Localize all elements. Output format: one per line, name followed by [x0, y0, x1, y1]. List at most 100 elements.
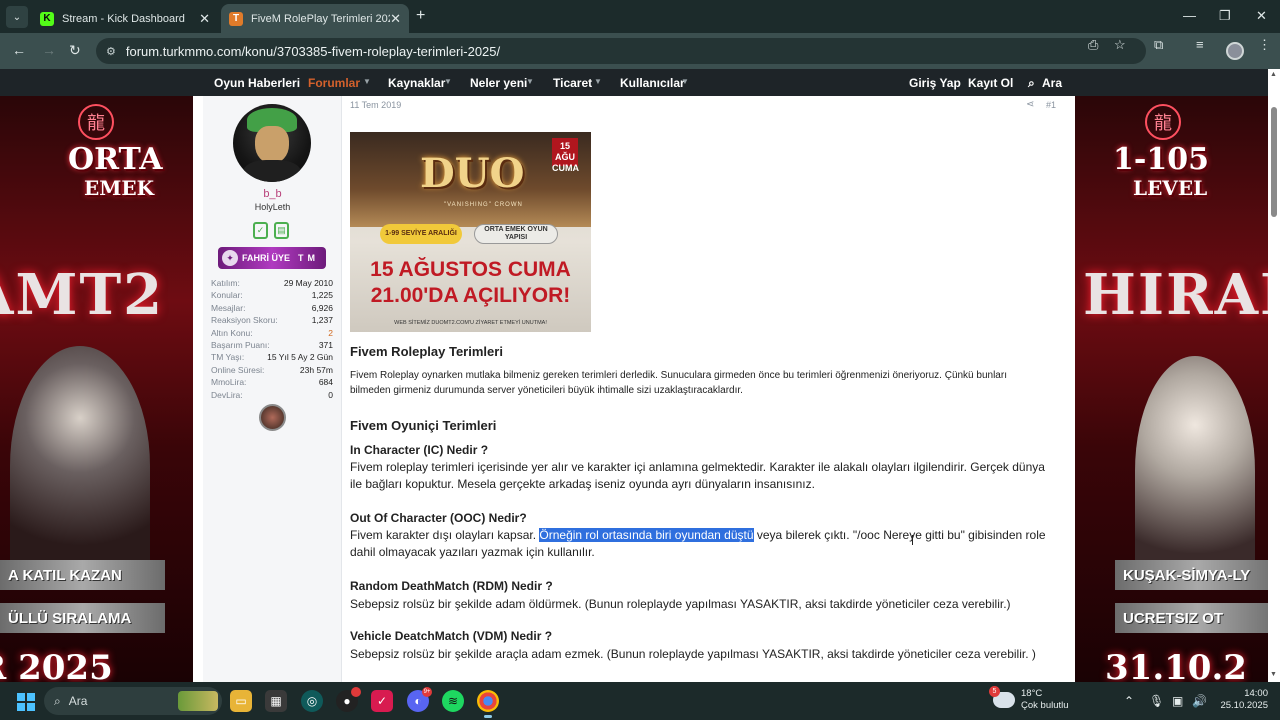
tab-fivem-roleplay[interactable]: T FiveM RolePlay Terimleri 2025 ✕ — [221, 4, 409, 33]
chrome-icon[interactable] — [477, 690, 499, 718]
promo-footer: WEB SİTEMİZ DUOMT2.COM'U ZİYARET ETMEYİ … — [394, 320, 547, 326]
scrollbar-thumb[interactable] — [1271, 107, 1277, 217]
network-icon[interactable]: ▣ — [1172, 694, 1183, 708]
left-ad-banner[interactable]: 龍 ORTA EMEK AMT2 A KATIL KAZAN ÜLLÜ SIRA… — [0, 96, 193, 682]
nav-forumlar[interactable]: Forumlar — [308, 76, 360, 90]
system-clock[interactable]: 14:00 25.10.2025 — [1216, 688, 1268, 712]
close-tab-icon[interactable]: ✕ — [199, 11, 210, 27]
tab-kick-dashboard[interactable]: K Stream - Kick Dashboard ✕ — [32, 4, 218, 33]
promo-line: 21.00'DA AÇILIYOR! — [370, 284, 571, 307]
banner-year: R 2025 — [0, 648, 113, 682]
app-icon[interactable]: ✓ — [371, 690, 393, 712]
promo-line: 15 AĞUSTOS CUMA — [370, 258, 571, 281]
caret-down-icon[interactable]: ▼ — [444, 77, 452, 86]
nav-neler-yeni[interactable]: Neler yeni — [470, 76, 527, 90]
tray-chevron-up-icon[interactable]: ⌃ — [1124, 694, 1134, 708]
search-highlight-image — [178, 691, 218, 711]
verified-icon: ✓ — [253, 222, 268, 239]
banner-logo-text: AMT2 — [0, 262, 165, 328]
search-link[interactable]: Ara — [1042, 76, 1062, 90]
promo-tagline: "VANISHING" CROWN — [444, 202, 523, 208]
weather-widget[interactable]: 5 18°C Çok bulutlu — [989, 686, 1069, 712]
url-text: forum.turkmmo.com/konu/3703385-fivem-rol… — [125, 43, 501, 59]
banner-year: 31.10.2 — [1105, 648, 1247, 682]
tab-title: FiveM RolePlay Terimleri 2025 — [251, 12, 391, 25]
close-tab-icon[interactable]: ✕ — [390, 11, 401, 27]
term-question: Vehicle DeatchMatch (VDM) Nedir ? — [350, 629, 553, 643]
rank-emblem-icon: ✦ — [222, 250, 238, 266]
close-window-icon[interactable]: ✕ — [1256, 8, 1267, 24]
text-cursor-icon — [912, 535, 913, 545]
extensions-icon[interactable]: ⧉ — [1154, 37, 1163, 53]
profile-avatar-icon[interactable] — [1226, 42, 1244, 60]
user-info-column: b_b HolyLeth ✓ ▤ ✦ FAHRİ ÜYE T M Katılım… — [203, 96, 342, 682]
dragon-emblem-icon: 龍 — [78, 104, 114, 140]
bookmark-star-icon[interactable]: ☆ — [1114, 37, 1126, 53]
app-icon[interactable]: ◎ — [301, 690, 323, 712]
nav-ticaret[interactable]: Ticaret — [553, 76, 592, 90]
right-ad-banner[interactable]: 龍 1-105 LEVEL HIRAN KUŞAK-SİMYA-LY UCRET… — [1075, 96, 1280, 682]
obs-icon[interactable]: ● — [336, 687, 361, 712]
minimize-icon[interactable]: — — [1183, 8, 1196, 23]
post-number[interactable]: #1 — [1046, 100, 1056, 110]
taskbar-search[interactable]: ⌕ Ara — [44, 687, 222, 715]
caret-down-icon[interactable]: ▼ — [594, 77, 602, 86]
user-stats: Katılım: 29 May 2010 Konular: 1,225 Mesajl… — [211, 277, 333, 401]
post-container: b_b HolyLeth ✓ ▤ ✦ FAHRİ ÜYE T M Katılım… — [193, 96, 1075, 682]
spotify-icon[interactable]: ≋ — [442, 690, 464, 712]
trophy-avatar-icon[interactable] — [259, 404, 286, 431]
discord-icon[interactable]: ◐ 9+ — [407, 687, 432, 712]
stat-row: MmoLira: 684 — [211, 377, 333, 388]
address-bar[interactable]: ⚙ forum.turkmmo.com/konu/3703385-fivem-r… — [96, 38, 1146, 64]
term-question: Random DeathMatch (RDM) Nedir ? — [350, 579, 553, 593]
scroll-up-icon[interactable]: ▲ — [1270, 71, 1277, 78]
caret-down-icon[interactable]: ▼ — [681, 77, 689, 86]
section-heading: Fivem Roleplay Terimleri — [350, 344, 503, 359]
new-tab-plus-icon[interactable]: + — [416, 7, 425, 25]
user-rank-badge: ✦ FAHRİ ÜYE T M — [218, 247, 326, 269]
store-icon[interactable]: ▦ — [265, 690, 287, 712]
media-controls-icon[interactable]: ≡ — [1196, 37, 1204, 52]
banner-text: ORTA — [68, 142, 163, 177]
dragon-emblem-icon: 龍 — [1145, 104, 1181, 140]
site-info-icon[interactable]: ⚙ — [106, 45, 116, 58]
term-question: Out Of Character (OOC) Nedir? — [350, 511, 527, 525]
restore-window-icon[interactable]: ❐ — [1219, 8, 1231, 24]
cloud-icon: 5 — [989, 686, 1015, 708]
banner-text: LEVEL — [1133, 176, 1208, 200]
nav-kaynaklar[interactable]: Kaynaklar — [388, 76, 445, 90]
menu-kebab-icon[interactable]: ⋮ — [1258, 37, 1271, 53]
search-icon[interactable]: ⌕ — [1028, 76, 1035, 91]
volume-icon[interactable]: 🔊 — [1192, 694, 1207, 708]
tab-list-button[interactable]: ⌄ — [6, 6, 28, 28]
promo-image[interactable]: DUO "VANISHING" CROWN 15 AĞU CUMA 1-99 S… — [350, 132, 591, 332]
banner-ribbon: ÜLLÜ SIRALAMA — [0, 603, 165, 633]
caret-down-icon[interactable]: ▼ — [526, 77, 534, 86]
post-date[interactable]: 11 Tem 2019 — [350, 100, 401, 110]
share-icon[interactable]: ⋖ — [1026, 99, 1034, 110]
site-navigation: Oyun Haberleri Forumlar ▼ Kaynaklar ▼ Ne… — [0, 69, 1280, 96]
scroll-down-icon[interactable]: ▼ — [1270, 671, 1277, 678]
browser-toolbar: ← → ↻ ⚙ forum.turkmmo.com/konu/3703385-f… — [0, 33, 1280, 69]
back-arrow-icon[interactable]: ← — [12, 42, 26, 58]
register-link[interactable]: Kayıt Ol — [968, 76, 1013, 90]
avatar[interactable] — [233, 104, 311, 182]
file-explorer-icon[interactable]: ▭ — [230, 690, 252, 712]
promo-date-badge: 15 AĞU CUMA — [552, 138, 579, 173]
temperature: 18°C — [1021, 688, 1043, 699]
weather-condition: Çok bulutlu — [1021, 700, 1069, 711]
nav-kullanicilar[interactable]: Kullanıcılar — [620, 76, 685, 90]
install-app-icon[interactable]: ⎙ — [1088, 37, 1098, 53]
section-heading: Fivem Oyuniçi Terimleri — [350, 418, 497, 433]
reload-icon[interactable]: ↻ — [69, 42, 81, 59]
windows-start-icon[interactable] — [17, 693, 35, 711]
page-scrollbar[interactable]: ▲ ▼ — [1268, 69, 1280, 682]
username-link[interactable]: b_b — [203, 188, 342, 200]
forward-arrow-icon[interactable]: → — [42, 42, 56, 58]
stat-row: TM Yaşı: 15 Yıl 5 Ay 2 Gün — [211, 352, 333, 363]
login-link[interactable]: Giriş Yap — [909, 76, 961, 90]
search-icon: ⌕ — [54, 693, 61, 708]
nav-oyun-haberleri[interactable]: Oyun Haberleri — [214, 76, 300, 90]
caret-down-icon[interactable]: ▼ — [363, 77, 371, 86]
microphone-icon[interactable]: 🎙 — [1149, 694, 1164, 708]
